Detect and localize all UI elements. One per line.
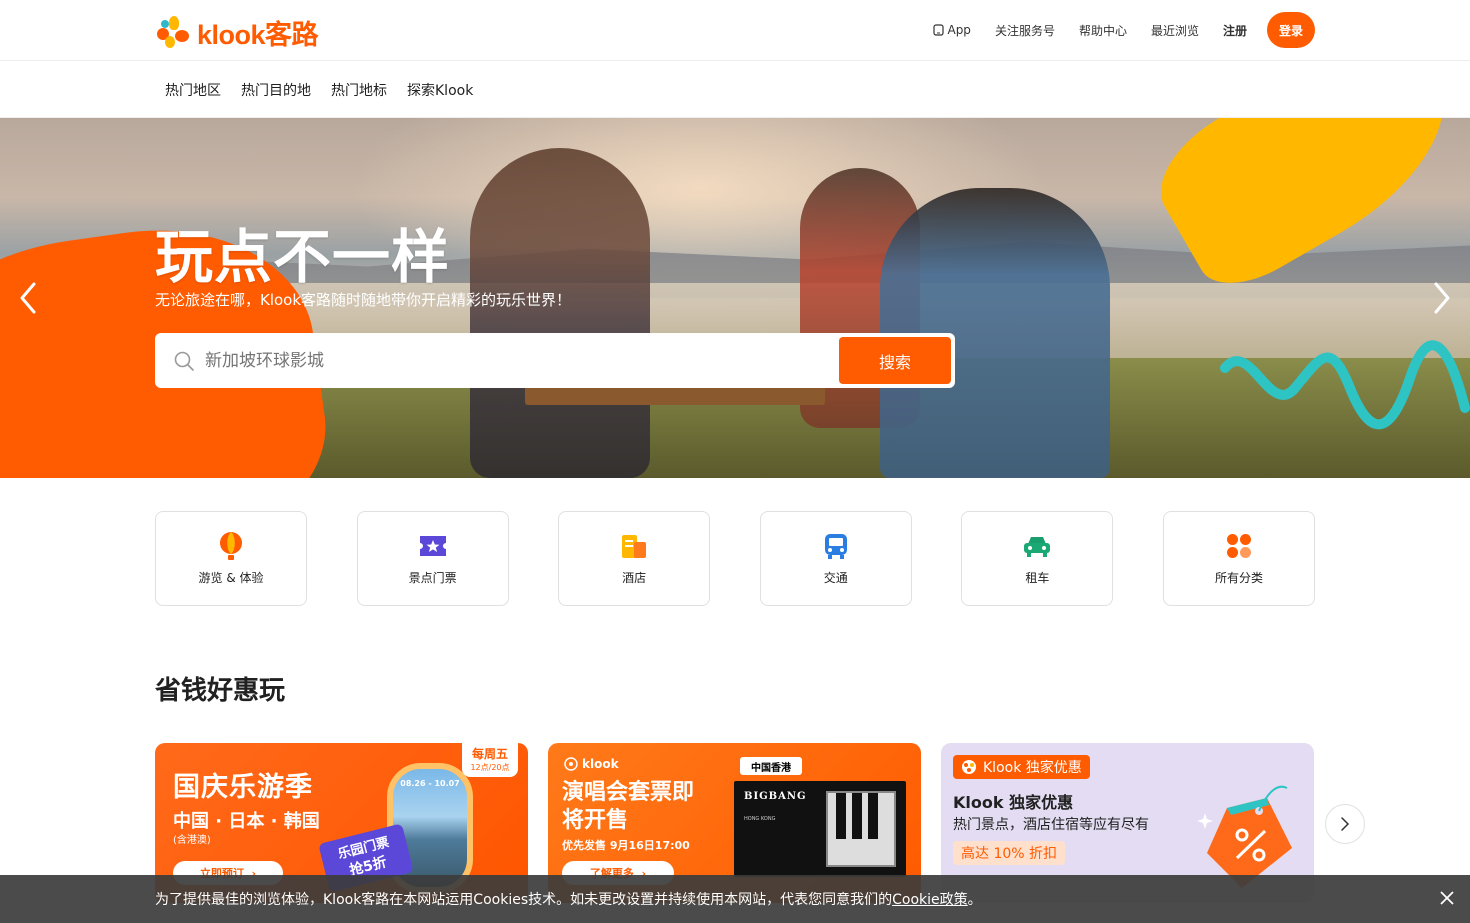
app-link-label: App: [947, 23, 971, 37]
klook-logo-icon: [155, 15, 189, 50]
category-tickets[interactable]: 景点门票: [356, 511, 509, 606]
teal-squiggle-decoration: [1220, 340, 1470, 430]
cookie-message: 为了提供最佳的浏览体验，Klook客路在本网站运用Cookies技术。如未更改设…: [155, 892, 893, 908]
deal-time: 优先发售 9月16日17:00: [562, 839, 690, 852]
hero-subtitle: 无论旅途在哪，Klook客路随时随地带你开启精彩的玩乐世界！: [155, 291, 572, 309]
register-link[interactable]: 注册: [1223, 22, 1247, 39]
search-bar: 搜索: [155, 333, 955, 388]
cookie-text: 为了提供最佳的浏览体验，Klook客路在本网站运用Cookies技术。如未更改设…: [155, 889, 982, 909]
bus-icon: [824, 534, 847, 559]
subnav-popular-destinations[interactable]: 热门目的地: [241, 80, 311, 100]
header-nav: App 关注服务号 帮助中心 最近浏览 注册 登录: [909, 12, 1315, 48]
deal-title: 国庆乐游季: [173, 772, 313, 803]
login-button[interactable]: 登录: [1267, 12, 1315, 48]
category-all[interactable]: 所有分类: [1162, 511, 1315, 606]
sub-navigation: 热门地区 热门目的地 热门地标 探索Klook: [165, 61, 473, 118]
concert-poster: BIGBANG HONG KONG: [734, 781, 906, 877]
subnav-popular-landmarks[interactable]: 热门地标: [331, 80, 387, 100]
grid-icon: [1226, 534, 1251, 558]
deal-title: 演唱会套票即将开售: [562, 780, 695, 833]
balloon-icon: [220, 532, 242, 560]
car-icon: [1024, 537, 1051, 557]
weekday-badge: 每周五 12点/20点: [462, 743, 518, 777]
category-list: 游览 & 体验 景点门票 酒店 交通 租车 所有分类: [155, 511, 1315, 606]
poster-title: BIGBANG: [744, 791, 807, 802]
hotel-icon: [622, 535, 647, 558]
promo-dates: 08.26 - 10.07: [400, 779, 460, 788]
section-title: 省钱好惠玩: [155, 676, 286, 706]
category-car-rental[interactable]: 租车: [961, 511, 1114, 606]
category-transport[interactable]: 交通: [759, 511, 912, 606]
logo-text: klook客路: [197, 20, 319, 50]
deal-subtitle: 热门景点，酒店住宿等应有尽有: [953, 817, 1149, 833]
category-label: 所有分类: [1214, 571, 1263, 585]
help-center-link[interactable]: 帮助中心: [1079, 22, 1127, 39]
tag-label: Klook 独家优惠: [983, 760, 1082, 776]
recently-viewed-link[interactable]: 最近浏览: [1151, 22, 1199, 39]
cookie-policy-link[interactable]: Cookie政策: [892, 892, 968, 908]
deal-subtitle: 中国 · 日本 · 韩国: [173, 811, 320, 832]
search-input[interactable]: [205, 350, 839, 371]
category-label: 交通: [823, 571, 848, 585]
subnav-popular-regions[interactable]: 热门地区: [165, 80, 221, 100]
cookie-banner: 为了提供最佳的浏览体验，Klook客路在本网站运用Cookies技术。如未更改设…: [0, 875, 1470, 923]
category-label: 游览 & 体验: [198, 571, 264, 585]
exclusive-tag: Klook 独家优惠: [953, 755, 1090, 779]
piano-graphic: [826, 791, 896, 867]
chevron-left-icon[interactable]: [16, 278, 40, 318]
category-hotels[interactable]: 酒店: [558, 511, 711, 606]
site-header: klook客路 App 关注服务号 帮助中心 最近浏览 注册 登录: [0, 0, 1470, 61]
subnav-explore-klook[interactable]: 探索Klook: [407, 80, 473, 100]
ticket-icon: [419, 536, 446, 556]
category-tours[interactable]: 游览 & 体验: [155, 511, 307, 606]
klook-small-logo: klook: [564, 757, 619, 771]
discount-badge: 高达 10% 折扣: [953, 841, 1066, 865]
hero-banner: 玩点不一样 无论旅途在哪，Klook客路随时随地带你开启精彩的玩乐世界！ 搜索: [0, 118, 1470, 478]
logo-text: klook: [582, 757, 619, 771]
category-label: 景点门票: [408, 571, 457, 585]
app-link[interactable]: App: [933, 23, 971, 37]
klook-logo-icon: [962, 760, 976, 774]
category-label: 租车: [1025, 571, 1050, 585]
search-button[interactable]: 搜索: [839, 337, 951, 384]
chevron-right-icon[interactable]: [1430, 278, 1454, 318]
hero-photo-person: [470, 148, 650, 478]
deals-next-button[interactable]: [1325, 804, 1365, 844]
close-icon[interactable]: [1438, 889, 1456, 907]
search-icon: [174, 351, 194, 371]
badge-line: 12点/20点: [470, 763, 510, 772]
poster-text: HONG KONG: [744, 816, 776, 822]
cookie-suffix: 。: [967, 892, 982, 908]
klook-logo-icon: [564, 757, 578, 771]
category-label: 酒店: [622, 571, 647, 585]
badge-line: 每周五: [471, 747, 508, 761]
follow-service-link[interactable]: 关注服务号: [995, 22, 1055, 39]
chevron-right-icon: [1341, 817, 1350, 831]
hero-title: 玩点不一样: [155, 223, 451, 291]
deal-note: (含港澳): [173, 835, 211, 846]
location-tag: 中国香港: [740, 757, 802, 775]
klook-logo[interactable]: klook客路: [155, 13, 319, 52]
phone-icon: [933, 24, 945, 36]
deal-title: Klook 独家优惠: [953, 793, 1074, 812]
